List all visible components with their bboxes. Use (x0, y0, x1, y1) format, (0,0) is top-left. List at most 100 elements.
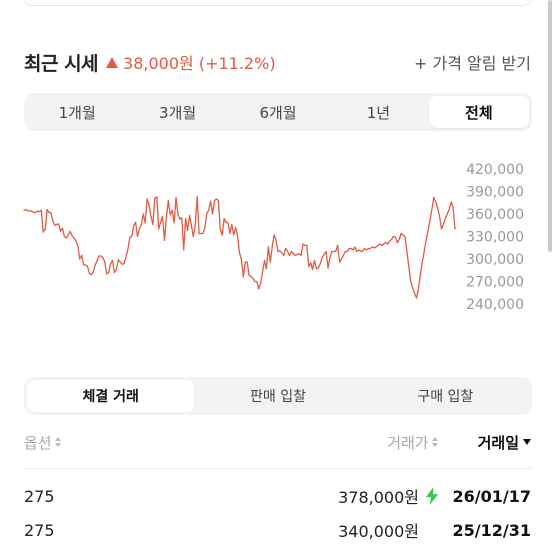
price-data-point (185, 217, 187, 220)
price-data-point (127, 248, 129, 250)
price-data-point (165, 217, 167, 219)
price-data-point (238, 252, 241, 254)
price-data-point (111, 259, 114, 262)
trade-tabs: 체결 거래 판매 입찰 구매 입찰 (24, 377, 532, 415)
price-data-point (92, 271, 94, 273)
price-data-point (285, 247, 287, 250)
price-data-point (242, 276, 244, 278)
tab-sell-bids[interactable]: 판매 입찰 (194, 380, 361, 412)
price-alert-button[interactable]: + 가격 알림 받기 (414, 50, 531, 74)
row-date: 26/01/17 (452, 486, 531, 506)
price-data-point (302, 243, 304, 245)
tab-all[interactable]: 전체 (428, 96, 530, 128)
price-data-point (333, 250, 335, 253)
price-data-point (344, 250, 346, 253)
price-data-point (296, 253, 298, 256)
price-data-point (158, 228, 160, 230)
price-data-point (50, 211, 52, 214)
price-data-point (27, 210, 29, 212)
price-data-point (75, 240, 77, 242)
price-column-header[interactable]: 거래가 (387, 432, 438, 453)
price-data-point (319, 262, 321, 265)
price-data-point (115, 268, 117, 271)
price-data-point (213, 199, 216, 202)
price-chart[interactable]: 420,000 390,000 360,000 330,000 300,000 270,0… (0, 150, 555, 320)
price-data-point (435, 201, 437, 203)
price-data-point (410, 280, 412, 283)
option-column-header[interactable]: 옵션 (24, 432, 61, 453)
price-data-point (354, 246, 356, 248)
price-data-point (52, 220, 54, 223)
price-data-point (171, 209, 173, 211)
price-data-point (85, 264, 87, 266)
tab-3-months[interactable]: 3개월 (127, 96, 227, 128)
price-data-point (58, 223, 60, 225)
price-data-point (83, 264, 85, 266)
price-data-point (34, 211, 37, 214)
price-data-point (360, 250, 362, 253)
price-data-point (440, 228, 443, 230)
tab-completed-trades[interactable]: 체결 거래 (27, 380, 195, 412)
price-data-point (167, 199, 169, 202)
price-data-point (290, 250, 293, 253)
price-data-point (423, 250, 425, 253)
price-data-point (265, 268, 267, 270)
tab-1-year[interactable]: 1년 (328, 96, 428, 128)
tab-buy-bids[interactable]: 구매 입찰 (362, 380, 529, 412)
date-column-header[interactable]: 거래일 (478, 432, 531, 453)
price-change-value: 38,000원 (+11.2%) (123, 54, 276, 73)
price-data-point (233, 234, 235, 236)
table-divider (24, 468, 531, 469)
price-data-point (371, 246, 373, 248)
y-tick-label: 300,000 (466, 252, 524, 268)
price-data-point (346, 250, 348, 253)
price-data-point (106, 273, 108, 275)
price-data-point (292, 253, 294, 255)
price-data-point (208, 209, 210, 211)
price-data-point (387, 243, 389, 245)
price-data-point (150, 215, 152, 217)
price-data-point (31, 210, 33, 212)
price-data-point (412, 286, 414, 289)
tab-6-months[interactable]: 6개월 (228, 96, 328, 128)
price-series-line (23, 196, 456, 299)
price-data-point (133, 224, 135, 226)
price-data-point (121, 263, 123, 265)
price-data-point (267, 246, 269, 248)
price-data-point (79, 258, 81, 260)
price-data-point (454, 228, 456, 230)
price-data-point (325, 250, 327, 253)
row-option: 275 (24, 520, 55, 540)
price-data-point (358, 249, 360, 251)
price-data-point (56, 223, 58, 226)
price-data-point (352, 249, 354, 251)
price-data-point (350, 247, 352, 250)
price-data-point (356, 250, 358, 253)
price-data-point (304, 244, 306, 247)
price-data-point (421, 261, 423, 263)
tab-1-month[interactable]: 1개월 (27, 96, 127, 128)
price-data-point (273, 234, 275, 236)
sort-icon (431, 437, 438, 447)
price-data-point (231, 223, 233, 226)
price-data-point (161, 215, 164, 217)
price-data-point (212, 213, 214, 215)
date-header-label: 거래일 (477, 433, 519, 452)
price-data-point (179, 218, 181, 220)
price-data-point (427, 229, 429, 232)
price-data-point (96, 259, 98, 262)
price-data-point (138, 228, 140, 230)
price-data-point (123, 262, 125, 265)
price-data-point (246, 261, 248, 263)
price-data-point (321, 256, 323, 259)
price-data-point (71, 235, 73, 237)
price-data-point (283, 254, 285, 256)
price-data-point (313, 259, 316, 262)
sort-descending-icon (523, 439, 531, 445)
price-data-point (277, 250, 279, 253)
price-data-point (439, 216, 441, 218)
price-data-point (117, 259, 119, 261)
price-data-point (148, 204, 150, 206)
price-data-point (110, 262, 112, 265)
price-data-point (262, 271, 264, 273)
